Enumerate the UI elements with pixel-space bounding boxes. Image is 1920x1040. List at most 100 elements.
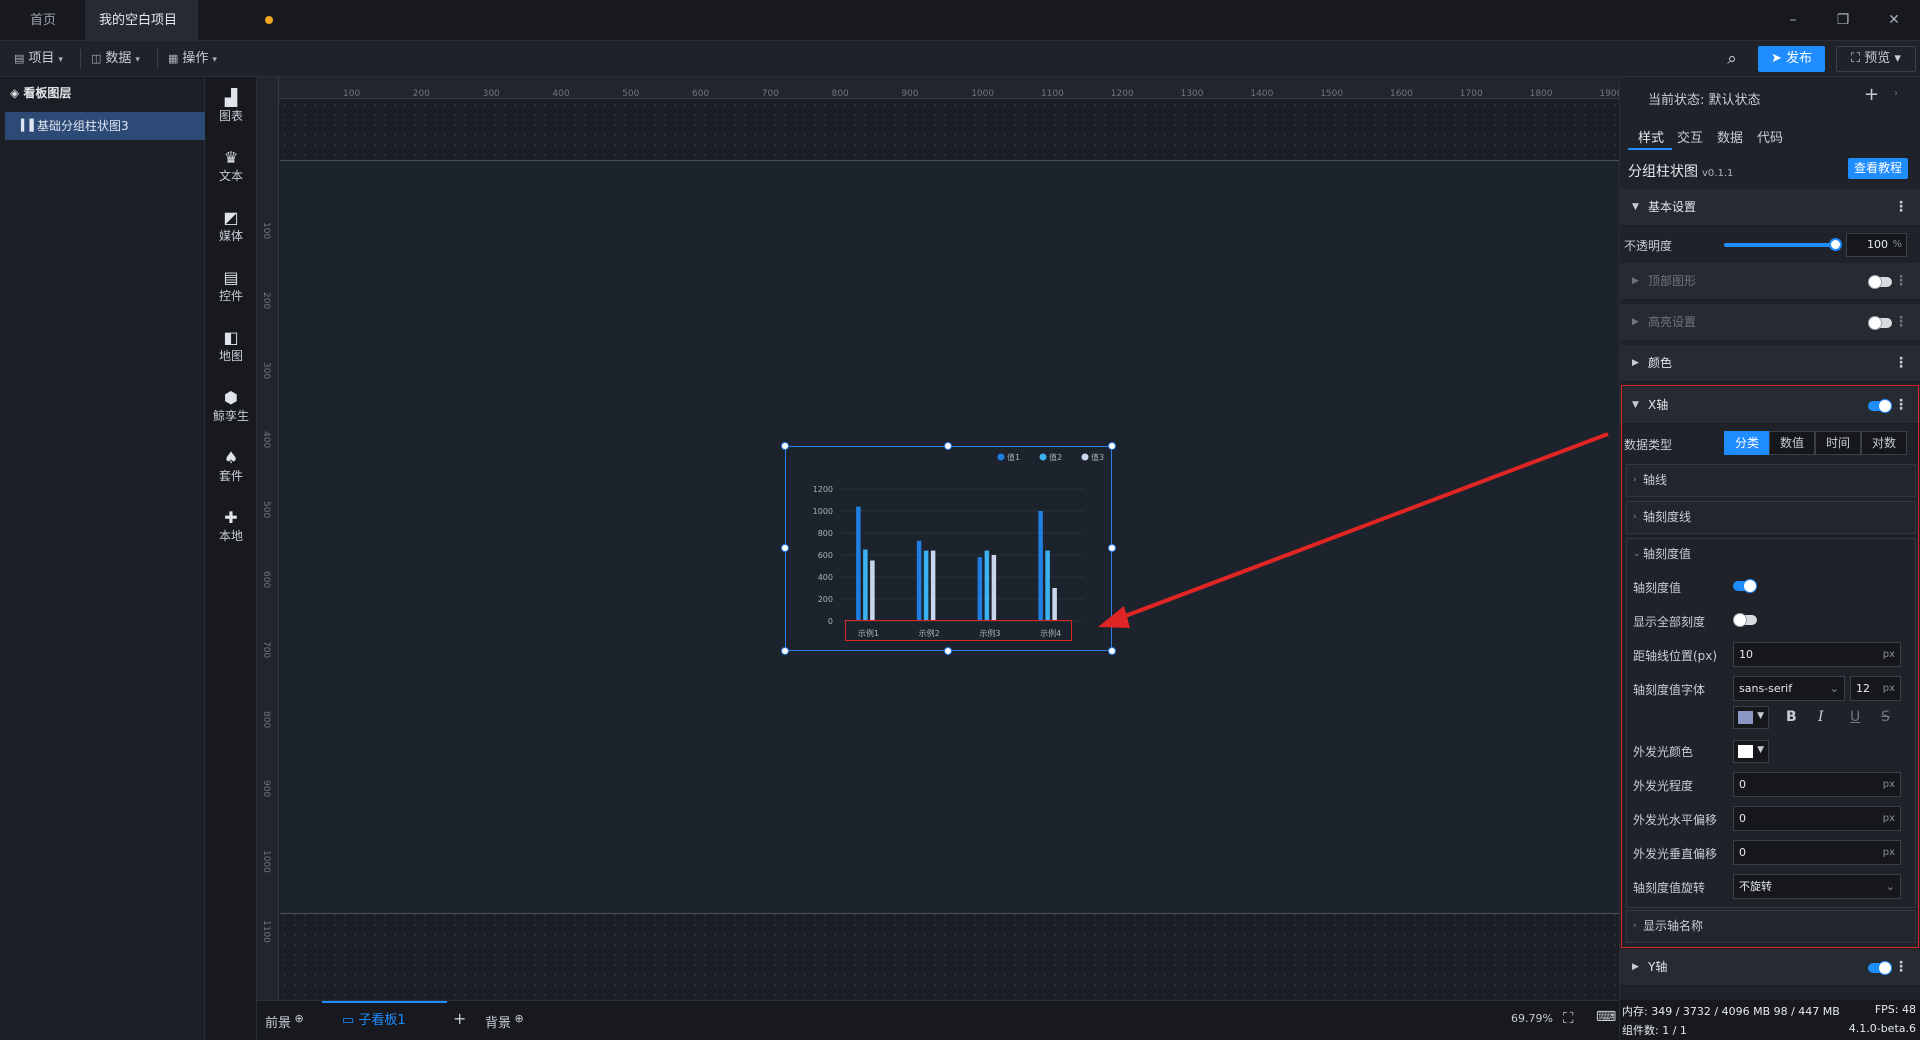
data-type-time[interactable]: 时间	[1815, 431, 1861, 455]
background-tab[interactable]: 背景 ⊕	[485, 1012, 524, 1031]
font-size-value: 12	[1856, 682, 1870, 695]
background-label: 背景	[485, 1016, 512, 1031]
board-tab[interactable]: ▭ 子看板1	[322, 1001, 447, 1040]
italic-icon[interactable]: I	[1818, 709, 1824, 725]
tool-twin[interactable]: ⬢ 鲸孪生	[205, 389, 257, 424]
bar	[1052, 588, 1057, 621]
font-color-picker[interactable]: ▼	[1733, 706, 1769, 729]
tool-text[interactable]: ♛ 文本	[205, 149, 257, 184]
chevron-down-icon: ⌄	[1633, 549, 1641, 559]
opacity-slider-handle[interactable]	[1829, 238, 1842, 251]
strikethrough-icon[interactable]: S	[1881, 709, 1890, 725]
section-color[interactable]: ▶ 颜色 ⋮	[1620, 345, 1920, 382]
restore-icon[interactable]: ❐	[1830, 8, 1856, 32]
tool-media[interactable]: ◩ 媒体	[205, 209, 257, 244]
add-circle-icon[interactable]: ⊕	[511, 1012, 524, 1025]
zoom-level[interactable]: 69.79%	[1511, 1012, 1553, 1025]
yaxis-toggle[interactable]	[1868, 961, 1892, 975]
add-state-icon[interactable]: +	[1864, 84, 1879, 105]
add-board-icon[interactable]: +	[453, 1009, 466, 1028]
tab-home[interactable]: 首页	[16, 0, 71, 41]
minimize-icon[interactable]: –	[1780, 8, 1806, 32]
publish-button[interactable]: ➤ 发布	[1758, 46, 1825, 72]
sub-tick-line[interactable]: › 轴刻度线	[1626, 501, 1916, 534]
tool-local[interactable]: ✚ 本地	[205, 509, 257, 544]
tab-style[interactable]: 样式	[1638, 127, 1664, 146]
layer-item[interactable]: ▍▌ 基础分组柱状图3	[5, 112, 205, 140]
data-type-log[interactable]: 对数	[1861, 431, 1907, 455]
menu-data[interactable]: ◫ 数据 ▾	[91, 49, 140, 69]
menu-project[interactable]: ▤ 项目 ▾	[14, 49, 63, 69]
tab-interaction[interactable]: 交互	[1677, 127, 1703, 146]
glow-v-input[interactable]: 0 px	[1733, 840, 1901, 865]
add-circle-icon[interactable]: ⊕	[291, 1012, 304, 1025]
y-tick-label: 200	[818, 595, 833, 604]
menu-project-label: 项目	[28, 51, 55, 66]
preview-button[interactable]: ⛶ 预览 ▾	[1836, 46, 1916, 72]
distance-input[interactable]: 10 px	[1733, 642, 1901, 667]
tool-map[interactable]: ◧ 地图	[205, 329, 257, 364]
legend-label: 值2	[1049, 452, 1062, 462]
text-icon: ♛	[223, 148, 239, 167]
underline-icon[interactable]: U	[1850, 709, 1860, 725]
rotate-select[interactable]: 不旋转 ⌄	[1733, 874, 1901, 899]
ruler-tick-label: 800	[831, 89, 849, 99]
tutorial-button[interactable]: 查看教程	[1848, 158, 1908, 179]
resize-handle[interactable]	[944, 647, 952, 655]
top-shape-toggle[interactable]	[1868, 275, 1892, 289]
tab-project[interactable]: 我的空白项目	[85, 0, 273, 41]
section-highlight[interactable]: ▶ 高亮设置 ⋮	[1620, 304, 1920, 341]
more-icon[interactable]: ⋮	[1894, 345, 1908, 382]
tool-control[interactable]: ▤ 控件	[205, 269, 257, 304]
section-yaxis[interactable]: ▶ Y轴 ⋮	[1620, 949, 1920, 986]
resize-handle[interactable]	[944, 442, 952, 450]
opacity-input[interactable]: 100%	[1846, 233, 1907, 257]
tab-code[interactable]: 代码	[1757, 127, 1783, 146]
fit-screen-icon[interactable]: ⛶	[1563, 1009, 1574, 1027]
glow-degree-input[interactable]: 0 px	[1733, 772, 1901, 797]
bar	[977, 557, 983, 621]
chevron-right-icon: ›	[1633, 921, 1637, 931]
keyboard-icon[interactable]: ⌨	[1596, 1009, 1616, 1025]
tab-project-label: 我的空白项目	[99, 13, 178, 28]
fps-status: FPS: 48	[1874, 1003, 1916, 1016]
sub-axis-name[interactable]: › 显示轴名称	[1626, 910, 1916, 943]
highlight-toggle[interactable]	[1868, 316, 1892, 330]
tab-data[interactable]: 数据	[1717, 127, 1743, 146]
sub-axis-line[interactable]: › 轴线	[1626, 464, 1916, 497]
sub-tick-value-label[interactable]: 轴刻度值	[1643, 547, 1691, 561]
section-yaxis-label: Y轴	[1648, 960, 1668, 974]
data-type-value[interactable]: 数值	[1769, 431, 1815, 455]
resize-handle[interactable]	[1108, 544, 1116, 552]
resize-handle[interactable]	[781, 544, 789, 552]
more-icon[interactable]: ⋮	[1894, 304, 1908, 341]
more-icon[interactable]: ⋮	[1894, 189, 1908, 226]
resize-handle[interactable]	[781, 442, 789, 450]
menu-operation[interactable]: ▦ 操作 ▾	[168, 49, 217, 69]
search-icon[interactable]: ⌕	[1720, 47, 1744, 71]
show-all-ticks-toggle[interactable]	[1733, 613, 1757, 627]
ruler-tick-label: 1000	[971, 89, 995, 99]
glow-color-picker[interactable]: ▼	[1733, 740, 1769, 763]
section-basic[interactable]: ▼ 基本设置 ⋮	[1620, 189, 1920, 226]
resize-handle[interactable]	[781, 647, 789, 655]
px-unit: px	[1882, 813, 1895, 824]
tick-value-toggle[interactable]	[1733, 579, 1757, 593]
bold-icon[interactable]: B	[1786, 709, 1797, 725]
resize-handle[interactable]	[1108, 647, 1116, 655]
tool-kit[interactable]: ♠ 套件	[205, 449, 257, 484]
more-icon[interactable]: ⋮	[1894, 263, 1908, 300]
chevron-right-icon[interactable]: ›	[1894, 88, 1898, 99]
section-highlight-label: 高亮设置	[1648, 315, 1697, 329]
close-icon[interactable]: ✕	[1881, 8, 1907, 32]
more-icon[interactable]: ⋮	[1894, 949, 1908, 986]
data-type-category[interactable]: 分类	[1724, 431, 1770, 455]
opacity-slider[interactable]	[1724, 243, 1835, 247]
tool-chart[interactable]: ▟ 图表	[205, 89, 257, 124]
font-size-input[interactable]: 12 px	[1850, 676, 1901, 701]
glow-h-input[interactable]: 0 px	[1733, 806, 1901, 831]
section-top-shape[interactable]: ▶ 顶部图形 ⋮	[1620, 263, 1920, 300]
resize-handle[interactable]	[1108, 442, 1116, 450]
foreground-tab[interactable]: 前景 ⊕	[265, 1012, 304, 1031]
font-family-select[interactable]: sans-serif ⌄	[1733, 676, 1845, 701]
